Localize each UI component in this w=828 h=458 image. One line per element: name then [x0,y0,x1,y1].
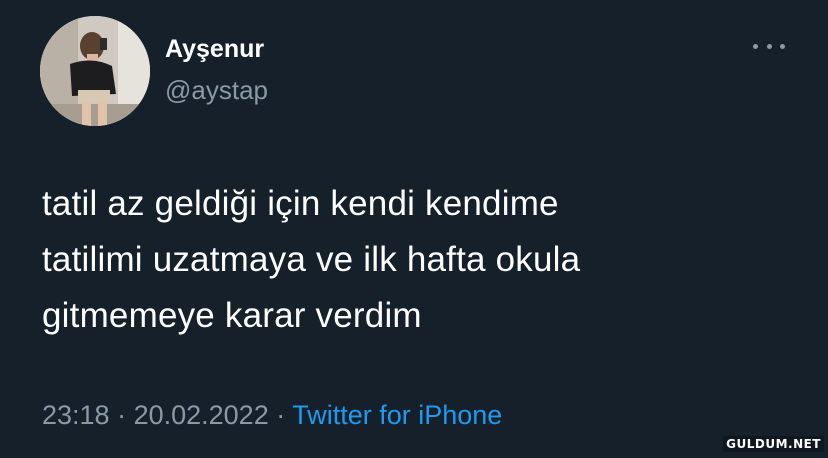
more-dot [766,43,772,49]
meta-separator: · [109,400,134,430]
more-horizontal-icon[interactable] [753,36,785,56]
tweet-source-link[interactable]: Twitter for iPhone [292,400,502,430]
profile-photo-image [40,16,150,126]
watermark: GULDUM.NET [723,436,824,452]
meta-separator: · [268,400,293,430]
tweet-time[interactable]: 23:18 [42,400,110,430]
tweet-meta: 23:18 · 20.02.2022 · Twitter for iPhone [42,397,502,433]
more-dot [753,43,758,49]
user-handle[interactable]: @aystap [165,74,268,106]
tweet-text: tatil az geldiği için kendi kendime tati… [42,184,581,335]
more-dot [780,43,785,49]
display-name[interactable]: Ayşenur [165,33,264,65]
tweet-date[interactable]: 20.02.2022 [134,400,269,430]
avatar[interactable] [40,16,150,126]
